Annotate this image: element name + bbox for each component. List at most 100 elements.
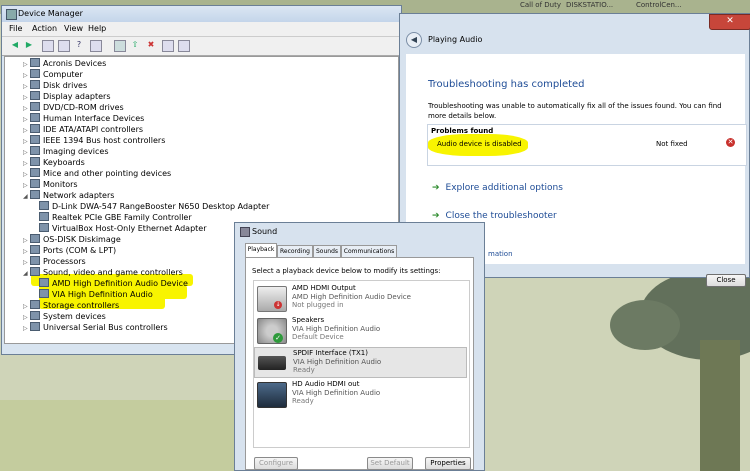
tree-trunk-illustration — [700, 340, 740, 471]
problem-item[interactable]: Audio device is disabled — [437, 140, 522, 148]
configure-button[interactable]: Configure — [254, 457, 298, 470]
instruction-text: Select a playback device below to modify… — [252, 267, 441, 275]
tree-item[interactable]: VirtualBox Host-Only Ethernet Adapter — [39, 223, 207, 234]
back-icon[interactable]: ◀ — [10, 40, 20, 50]
tree-item[interactable]: ▷ Monitors — [23, 179, 78, 190]
uninstall-icon[interactable]: ✖ — [146, 40, 156, 50]
enable-device-icon[interactable] — [178, 40, 190, 52]
list-item[interactable]: HD Audio HDMI out VIA High Definition Au… — [254, 379, 467, 410]
problems-found-header: Problems found — [431, 127, 494, 135]
list-item[interactable]: ✓ Speakers VIA High Definition Audio Def… — [254, 315, 467, 346]
tree-item[interactable]: VIA High Definition Audio — [39, 289, 153, 300]
device-icon — [30, 69, 40, 78]
set-default-button[interactable]: Set Default — [367, 457, 413, 470]
tree-item[interactable]: ▷ IEEE 1394 Bus host controllers — [23, 135, 165, 146]
explore-options-link[interactable]: ➔ Explore additional options — [432, 183, 563, 193]
device-icon — [30, 146, 40, 155]
tree-item[interactable]: ▷ Keyboards — [23, 157, 85, 168]
device-manager-titlebar[interactable]: Device Manager — [2, 6, 401, 22]
tree-item[interactable]: ▷ IDE ATA/ATAPI controllers — [23, 124, 143, 135]
tab-playback[interactable]: Playback — [245, 243, 277, 257]
menu-view[interactable]: View — [64, 24, 83, 33]
tab-sounds[interactable]: Sounds — [313, 245, 341, 257]
menu-action[interactable]: Action — [32, 24, 57, 33]
device-icon — [30, 300, 40, 309]
tree-item[interactable]: ▷ DVD/CD-ROM drives — [23, 102, 124, 113]
device-icon — [30, 113, 40, 122]
tree-item-label: IEEE 1394 Bus host controllers — [43, 136, 166, 145]
information-link[interactable]: mation — [488, 250, 513, 258]
list-item[interactable]: ↓ AMD HDMI Output AMD High Definition Au… — [254, 283, 467, 314]
audio-device-icon — [39, 278, 49, 287]
expand-icon[interactable]: ▷ — [23, 323, 30, 334]
tree-item[interactable]: ▷ Mice and other pointing devices — [23, 168, 171, 179]
desktop-icon-label[interactable]: DISKSTATIO... — [566, 1, 613, 9]
back-arrow-icon[interactable]: ◀ — [406, 32, 422, 48]
tree-item-label: VIA High Definition Audio — [52, 290, 153, 299]
device-status: Ready — [292, 397, 314, 405]
tree-item[interactable]: ◢ Network adapters — [23, 190, 114, 201]
tree-item[interactable]: ▷ Imaging devices — [23, 146, 109, 157]
toolbar: ◀ ▶ ? ⇧ ✖ — [2, 37, 401, 56]
tree-item[interactable]: ▷ Processors — [23, 256, 86, 267]
tree-item[interactable]: D-Link DWA-547 RangeBooster N650 Desktop… — [39, 201, 269, 212]
tree-item[interactable]: ▷ Computer — [23, 69, 83, 80]
tree-item[interactable]: ▷ Display adapters — [23, 91, 111, 102]
desktop-icon-label[interactable]: Call of Duty — [520, 1, 561, 9]
spdif-icon — [258, 356, 286, 370]
device-manager-icon — [6, 9, 17, 20]
tab-recording[interactable]: Recording — [277, 245, 313, 257]
tree-item-label: Ports (COM & LPT) — [43, 246, 117, 255]
problem-status: Not fixed — [656, 140, 688, 148]
description: Troubleshooting was unable to automatica… — [428, 102, 722, 120]
arrow-right-icon: ➔ — [432, 211, 440, 221]
device-driver: AMD High Definition Audio Device — [292, 293, 411, 301]
device-icon — [30, 124, 40, 133]
tree-item-label: AMD High Definition Audio Device — [52, 279, 188, 288]
properties-button[interactable]: Properties — [425, 457, 471, 470]
close-troubleshooter-link[interactable]: ➔ Close the troubleshooter — [432, 211, 557, 221]
tree-item-label: Acronis Devices — [43, 59, 107, 68]
tree-item-label: Monitors — [43, 180, 78, 189]
device-icon — [30, 102, 40, 111]
playback-panel: Select a playback device below to modify… — [245, 257, 474, 470]
arrow-right-icon: ➔ — [432, 183, 440, 193]
tab-communications[interactable]: Communications — [341, 245, 397, 257]
tree-item[interactable]: ▷ OS-DISK Diskimage — [23, 234, 121, 245]
disable-device-icon[interactable] — [162, 40, 174, 52]
tree-item[interactable]: AMD High Definition Audio Device — [39, 278, 188, 289]
window-title: Device Manager — [18, 9, 83, 18]
tree-item[interactable]: ▷ Human Interface Devices — [23, 113, 144, 124]
tree-item[interactable]: ▷ Acronis Devices — [23, 58, 106, 69]
tree-item-label: Disk drives — [43, 81, 88, 90]
collapse-icon[interactable]: ◢ — [23, 268, 30, 279]
tree-item[interactable]: Realtek PCIe GBE Family Controller — [39, 212, 192, 223]
close-button[interactable]: Close — [706, 274, 746, 287]
forward-icon[interactable]: ▶ — [24, 40, 34, 50]
close-icon[interactable]: ✕ — [709, 14, 750, 30]
properties-icon[interactable] — [42, 40, 54, 52]
tree-item[interactable]: ▷ Storage controllers — [23, 300, 119, 311]
desktop-icon-label[interactable]: ControlCen... — [636, 1, 682, 9]
tree-item-label: DVD/CD-ROM drives — [43, 103, 124, 112]
help-icon[interactable]: ? — [74, 40, 84, 50]
update-driver-icon[interactable]: ⇧ — [130, 40, 140, 50]
list-item[interactable]: SPDIF Interface (TX1) VIA High Definitio… — [254, 347, 467, 378]
tree-item[interactable]: ▷ System devices — [23, 311, 106, 322]
tree-item[interactable]: ▷ Ports (COM & LPT) — [23, 245, 116, 256]
device-icon — [30, 311, 40, 320]
menu-file[interactable]: File — [9, 24, 22, 33]
menu-help[interactable]: Help — [88, 24, 106, 33]
tree-item[interactable]: ◢ Sound, video and game controllers — [23, 267, 183, 278]
device-icon — [30, 58, 40, 67]
show-hidden-icon[interactable] — [58, 40, 70, 52]
tree-item-label: Mice and other pointing devices — [43, 169, 172, 178]
tree-item[interactable]: ▷ Universal Serial Bus controllers — [23, 322, 168, 333]
tree-item-label: Keyboards — [43, 158, 85, 167]
scrollbar[interactable] — [471, 280, 477, 446]
grid-icon[interactable] — [90, 40, 102, 52]
tree-item[interactable]: ▷ Disk drives — [23, 80, 87, 91]
collapse-icon[interactable]: ◢ — [23, 191, 30, 202]
scan-hardware-icon[interactable] — [114, 40, 126, 52]
tree-item-label: Computer — [43, 70, 83, 79]
